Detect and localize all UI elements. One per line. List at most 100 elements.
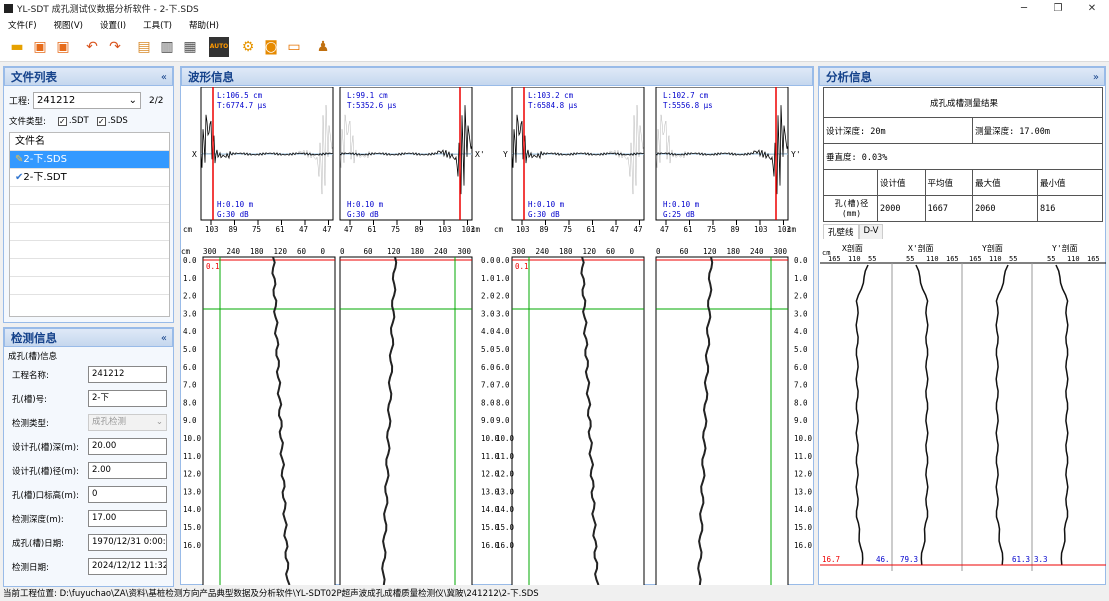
detect-type-select: 成孔检测 ⌄ bbox=[88, 414, 167, 431]
profile-box bbox=[339, 256, 473, 585]
detect-depth-input[interactable]: 17.00 bbox=[88, 510, 167, 527]
sds-checkbox[interactable]: ✓ bbox=[96, 116, 106, 126]
detect-date-input[interactable]: 2024/12/12 11:32 bbox=[88, 558, 167, 575]
value-cell: 2060 bbox=[972, 195, 1039, 222]
auto-icon[interactable]: AUTO bbox=[209, 36, 229, 57]
tick-label: 55 bbox=[868, 255, 876, 263]
close-button[interactable]: ✕ bbox=[1075, 0, 1109, 17]
depth-label: 3.0 bbox=[496, 309, 510, 318]
menu-file[interactable]: 文件(F) bbox=[8, 19, 37, 31]
print-icon[interactable]: ▦ bbox=[180, 37, 200, 57]
gain-readout: G:30 dB bbox=[528, 210, 560, 219]
depth-label: 0.0 bbox=[183, 256, 197, 265]
length-readout: L:106.5 cm bbox=[217, 91, 263, 100]
tick-label: 120 bbox=[387, 247, 401, 256]
menu-tools[interactable]: 工具(T) bbox=[143, 19, 172, 31]
project-name-input[interactable]: 241212 bbox=[88, 366, 167, 383]
analysis-header: 分析信息» bbox=[819, 67, 1105, 86]
tick-label: 120 bbox=[703, 247, 717, 256]
export-icon[interactable]: ▭ bbox=[284, 37, 304, 57]
height-readout: H:0.10 m bbox=[663, 200, 700, 209]
depth-label: 9.0 bbox=[794, 416, 808, 425]
project-label: 工程: bbox=[9, 97, 31, 107]
user-icon[interactable]: ♟ bbox=[313, 37, 333, 57]
tick-label: 47 bbox=[610, 225, 619, 234]
bottom-value: 3.3 bbox=[1034, 555, 1048, 564]
depth-label: 5.0 bbox=[794, 345, 808, 354]
menu-view[interactable]: 视图(V) bbox=[54, 19, 83, 31]
depth-label: 12.0 bbox=[794, 470, 813, 479]
tab-dv[interactable]: D-V bbox=[858, 224, 884, 239]
depth-label: 3.0 bbox=[794, 309, 808, 318]
settings-gear-icon[interactable]: ⚙ bbox=[238, 37, 258, 57]
print-preview-icon[interactable]: ▥ bbox=[157, 37, 177, 57]
sdt-checkbox[interactable]: ✓ bbox=[57, 116, 67, 126]
marker-label: 0.1 bbox=[206, 262, 220, 271]
depth-label: 11.0 bbox=[794, 452, 813, 461]
depth-label: 8.0 bbox=[794, 398, 808, 407]
report-icon[interactable]: ▤ bbox=[134, 37, 154, 57]
depth-label: 3.0 bbox=[183, 309, 197, 318]
save-as-icon[interactable]: ▣ bbox=[53, 37, 73, 57]
depth-label: 0.0 bbox=[481, 256, 495, 265]
depth-label: 15.0 bbox=[794, 523, 813, 532]
menu-settings[interactable]: 设置(I) bbox=[100, 19, 126, 31]
camera-icon[interactable]: ◙ bbox=[261, 37, 281, 57]
tick-label: 89 bbox=[229, 225, 238, 234]
depth-label: 13.0 bbox=[794, 487, 813, 496]
cm-label: cm bbox=[494, 225, 504, 234]
tick-label: 180 bbox=[559, 247, 573, 256]
open-folder-icon[interactable]: ▬ bbox=[7, 37, 27, 57]
tick-label: 103 bbox=[516, 225, 530, 234]
depth-label: 10.0 bbox=[794, 434, 813, 443]
tick-label: 180 bbox=[250, 247, 264, 256]
list-item[interactable]: ✔2-下.SDT bbox=[10, 169, 169, 187]
list-item[interactable]: ✎2-下.SDS bbox=[10, 151, 169, 169]
menu-bar: 文件(F) 视图(V) 设置(I) 工具(T) 帮助(H) bbox=[0, 17, 1109, 32]
cm-label: cm bbox=[181, 247, 191, 256]
gain-readout: G:25 dB bbox=[663, 210, 695, 219]
file-list-header-cell: 文件名 bbox=[10, 133, 169, 151]
collapse-icon[interactable]: « bbox=[161, 68, 167, 87]
project-select[interactable]: 241212 ⌄ bbox=[33, 92, 142, 109]
undo-icon[interactable]: ↶ bbox=[82, 37, 102, 57]
depth-label: 14.0 bbox=[183, 505, 202, 514]
restore-button[interactable]: ❐ bbox=[1041, 0, 1075, 17]
length-readout: L:102.7 cm bbox=[663, 91, 709, 100]
tick-label: 240 bbox=[227, 247, 241, 256]
waveform-canvas[interactable]: L:106.5 cmT:6774.7 μsH:0.10 mG:30 dBX103… bbox=[181, 87, 813, 585]
tick-label: 165 bbox=[1087, 255, 1100, 263]
collapse-icon[interactable]: « bbox=[161, 329, 167, 348]
depth-label: 5.0 bbox=[496, 345, 510, 354]
bottom-value: 79.3 bbox=[900, 555, 918, 564]
design-diameter-input[interactable]: 2.00 bbox=[88, 462, 167, 479]
tick-label: 180 bbox=[411, 247, 425, 256]
elevation-input[interactable]: 0 bbox=[88, 486, 167, 503]
tick-label: 103 bbox=[438, 225, 452, 234]
menu-help[interactable]: 帮助(H) bbox=[189, 19, 219, 31]
redo-icon[interactable]: ↷ bbox=[105, 37, 125, 57]
minimize-button[interactable]: ─ bbox=[1007, 0, 1041, 17]
tick-label: 0 bbox=[630, 247, 635, 256]
tab-wall-line[interactable]: 孔壁线 bbox=[823, 224, 859, 239]
depth-label: 5.0 bbox=[183, 345, 197, 354]
hole-profile-canvas[interactable]: cm X剖面 X'剖面 Y剖面 Y'剖面165 110 55 55 110 165 165 110 55… bbox=[820, 241, 1106, 581]
detect-info-header: 检测信息 « bbox=[4, 328, 173, 347]
hole-date-input[interactable]: 1970/12/31 0:00:0 bbox=[88, 534, 167, 551]
save-icon[interactable]: ▣ bbox=[30, 37, 50, 57]
tick-label: 89 bbox=[540, 225, 549, 234]
tick-label: 61 bbox=[368, 225, 377, 234]
depth-label: 11.0 bbox=[496, 452, 515, 461]
expand-icon[interactable]: » bbox=[1093, 68, 1099, 87]
tick-label: 300 bbox=[203, 247, 217, 256]
hole-number-input[interactable]: 2-下 bbox=[88, 390, 167, 407]
depth-label: 10.0 bbox=[496, 434, 515, 443]
group-label: 成孔(槽)信息 bbox=[8, 352, 58, 362]
channel-label: X' bbox=[475, 150, 485, 159]
time-readout: T:6584.8 μs bbox=[528, 101, 578, 110]
tick-label: 103 bbox=[754, 225, 768, 234]
bottom-value: 61.3 bbox=[1012, 555, 1030, 564]
design-depth-input[interactable]: 20.00 bbox=[88, 438, 167, 455]
field-label: 孔(槽)号: bbox=[12, 395, 47, 405]
toolbar: ▬ ▣ ▣ ↶ ↷ ▤ ▥ ▦ AUTO ⚙ ◙ ▭ ♟ bbox=[0, 32, 1109, 62]
